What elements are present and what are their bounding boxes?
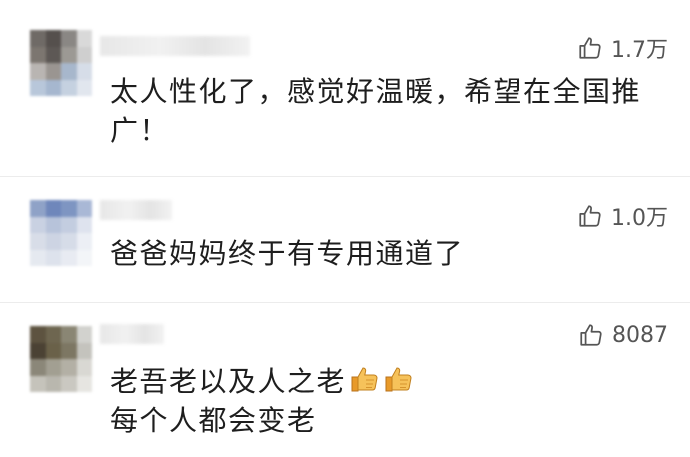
comment-line: 太人性化了，感觉好温暖，希望在全国推 bbox=[110, 75, 642, 108]
comment-text: 爸爸妈妈终于有专用通道了 bbox=[110, 234, 464, 273]
comment-item: 8087 老吾老以及人之老 每个人都会变老 bbox=[0, 302, 690, 457]
avatar[interactable] bbox=[30, 30, 92, 96]
username[interactable] bbox=[100, 36, 250, 56]
like-count: 1.7万 bbox=[611, 38, 668, 63]
thumbs-up-icon bbox=[580, 324, 602, 346]
avatar[interactable] bbox=[30, 200, 92, 266]
username[interactable] bbox=[100, 200, 172, 220]
comment-item: 1.0万 爸爸妈妈终于有专用通道了 bbox=[0, 176, 690, 306]
thumbs-up-emoji-icon bbox=[351, 367, 378, 392]
comment-item: 1.7万 太人性化了，感觉好温暖，希望在全国推 广！ bbox=[0, 0, 690, 170]
like-button[interactable]: 1.7万 bbox=[577, 32, 668, 64]
comment-text: 太人性化了，感觉好温暖，希望在全国推 广！ bbox=[110, 72, 641, 150]
comment-line-with-emoji: 老吾老以及人之老 bbox=[110, 362, 414, 401]
thumbs-up-icon bbox=[579, 205, 601, 227]
like-button[interactable]: 1.0万 bbox=[577, 200, 668, 232]
like-count: 8087 bbox=[612, 322, 668, 348]
avatar[interactable] bbox=[30, 326, 92, 392]
comment-text: 老吾老以及人之老 每个人都会变老 bbox=[110, 362, 414, 440]
username[interactable] bbox=[100, 324, 164, 344]
thumbs-up-icon bbox=[579, 37, 601, 59]
comment-line: 爸爸妈妈终于有专用通道了 bbox=[110, 237, 465, 270]
like-count: 1.0万 bbox=[611, 206, 668, 231]
like-button[interactable]: 8087 bbox=[578, 322, 668, 348]
comment-line: 每个人都会变老 bbox=[110, 404, 317, 437]
comment-line: 老吾老以及人之老 bbox=[110, 365, 347, 398]
comment-line: 广！ bbox=[110, 114, 170, 147]
thumbs-up-emoji-icon bbox=[385, 367, 412, 392]
